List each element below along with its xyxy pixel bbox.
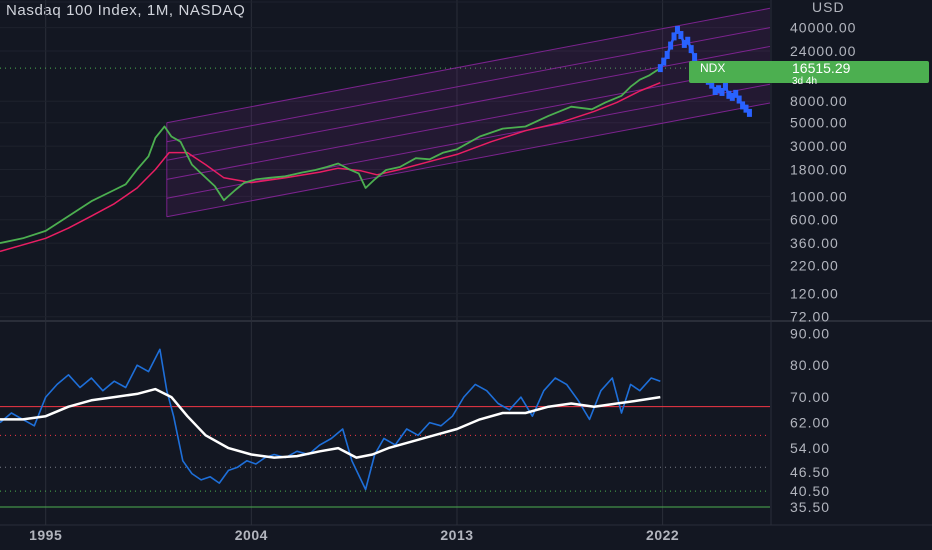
price-badge-symbol: NDX [700,61,725,75]
osc-tick-label-3: 62.00 [790,415,830,431]
last-price-badge: NDX 16515.29 3d 4h [689,60,929,87]
osc-tick-label-1: 80.00 [790,357,830,373]
osc-tick-label-4: 54.00 [790,440,830,456]
rsi-line [0,348,661,491]
osc-tick-label-2: 70.00 [790,389,830,405]
time-tick-label-1: 2004 [235,527,268,543]
price-tick-label-6: 1800.00 [790,161,848,177]
price-tick-label-2: 24000.00 [790,43,856,59]
price-tick-label-3: 8000.00 [790,93,848,109]
price-tick-label-4: 5000.00 [790,115,848,131]
rsi-ma-line [0,387,661,459]
channel-fill [166,8,770,217]
price-badge-countdown: 3d 4h [792,76,817,87]
currency-label-bg [789,0,932,16]
price-tick-label-11: 120.00 [790,285,839,301]
osc-tick-label-5: 46.50 [790,464,830,480]
price-tick-label-9: 360.00 [790,235,839,251]
osc-tick-label-6: 40.50 [790,483,830,499]
time-tick-label-2: 2013 [440,527,473,543]
price-tick-label-1: 40000.00 [790,20,856,36]
chart-canvas[interactable]: 70000.0040000.0024000.008000.005000.0030… [0,0,932,550]
price-tick-label-8: 600.00 [790,212,839,228]
price-tick-label-5: 3000.00 [790,138,848,154]
osc-tick-label-0: 90.00 [790,325,830,341]
price-badge-value: 16515.29 [792,60,851,76]
price-tick-label-12: 72.00 [790,309,830,325]
oscillator-pane [0,348,770,508]
price-tick-label-7: 1000.00 [790,188,848,204]
osc-tick-label-7: 35.50 [790,499,830,515]
time-tick-label-3: 2022 [646,527,679,543]
price-tick-label-10: 220.00 [790,258,839,274]
regression-channel [166,7,771,218]
time-tick-label-0: 1995 [29,527,62,543]
currency-label: USD [812,0,845,15]
